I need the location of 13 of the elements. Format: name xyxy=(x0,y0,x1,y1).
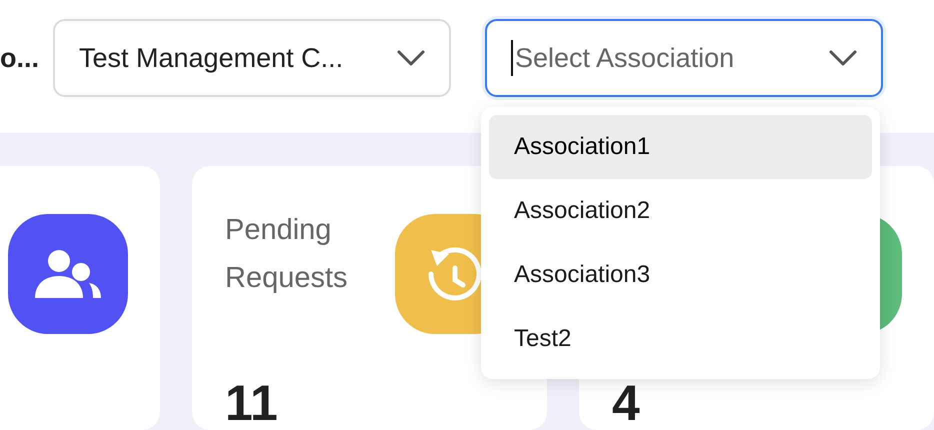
select-value: Test Management C... xyxy=(79,42,344,74)
card-title: Pending Requests xyxy=(225,213,349,296)
chevron-down-icon xyxy=(397,50,425,66)
dropdown-option[interactable]: Association1 xyxy=(489,115,872,179)
chevron-down-icon xyxy=(829,50,857,66)
people-icon xyxy=(35,250,101,298)
truncated-label: o... xyxy=(0,43,39,74)
card-value: 4 xyxy=(612,374,641,430)
association-select[interactable]: Select Association xyxy=(485,19,883,97)
card-value: 11 xyxy=(225,374,279,430)
text-cursor xyxy=(511,40,513,76)
management-select[interactable]: Test Management C... xyxy=(53,19,451,97)
select-placeholder: Select Association xyxy=(515,42,734,74)
